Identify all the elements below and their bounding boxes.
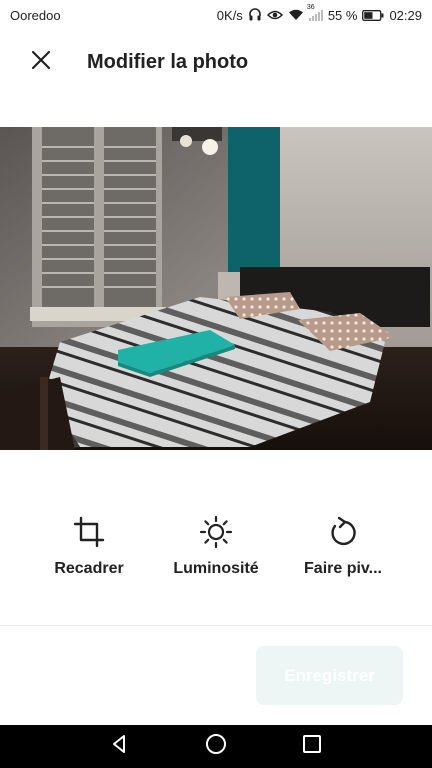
wifi-icon: [288, 9, 304, 21]
brightness-tool-label: Luminosité: [173, 560, 259, 577]
headset-icon: [248, 8, 262, 22]
photo-preview: [0, 127, 432, 450]
footer-divider: [0, 625, 432, 626]
net-speed: 0K/s: [216, 7, 243, 23]
rotate-tool-label: Faire piv...: [304, 560, 382, 577]
nav-home-button[interactable]: [186, 725, 246, 768]
nav-recents-button[interactable]: [282, 725, 342, 768]
status-bar: Ooredoo 0K/s 36 55 % 02:29: [0, 0, 432, 30]
edit-tools: Recadrer Luminosité Faire piv...: [0, 512, 432, 582]
clock: 02:29: [389, 7, 422, 23]
battery-icon: [362, 9, 384, 21]
network-type-label: 36: [306, 4, 315, 11]
system-navigation-bar: [0, 725, 432, 768]
brightness-icon: [196, 512, 236, 552]
home-icon: [205, 733, 227, 760]
close-icon: [31, 50, 51, 75]
page-title: Modifier la photo: [87, 50, 249, 73]
crop-tool-button[interactable]: Recadrer: [24, 512, 154, 582]
status-icons: 0K/s 36 55 % 02:29: [216, 4, 422, 23]
rotate-tool-button[interactable]: Faire piv...: [278, 512, 408, 582]
cellular-signal-icon: 36: [307, 4, 323, 21]
crop-tool-label: Recadrer: [54, 560, 124, 577]
recents-icon: [302, 734, 322, 759]
close-button[interactable]: [21, 42, 61, 82]
battery-percent: 55 %: [327, 7, 358, 23]
save-button[interactable]: Enregistrer: [256, 646, 403, 705]
eye-icon: [266, 9, 283, 21]
crop-icon: [69, 512, 109, 552]
nav-back-button[interactable]: [90, 725, 150, 768]
back-icon: [110, 734, 130, 759]
header: Modifier la photo: [0, 30, 432, 94]
brightness-tool-button[interactable]: Luminosité: [151, 512, 281, 582]
rotate-icon: [323, 512, 363, 552]
photo-image: [0, 127, 432, 450]
carrier-name: Ooredoo: [10, 7, 61, 23]
